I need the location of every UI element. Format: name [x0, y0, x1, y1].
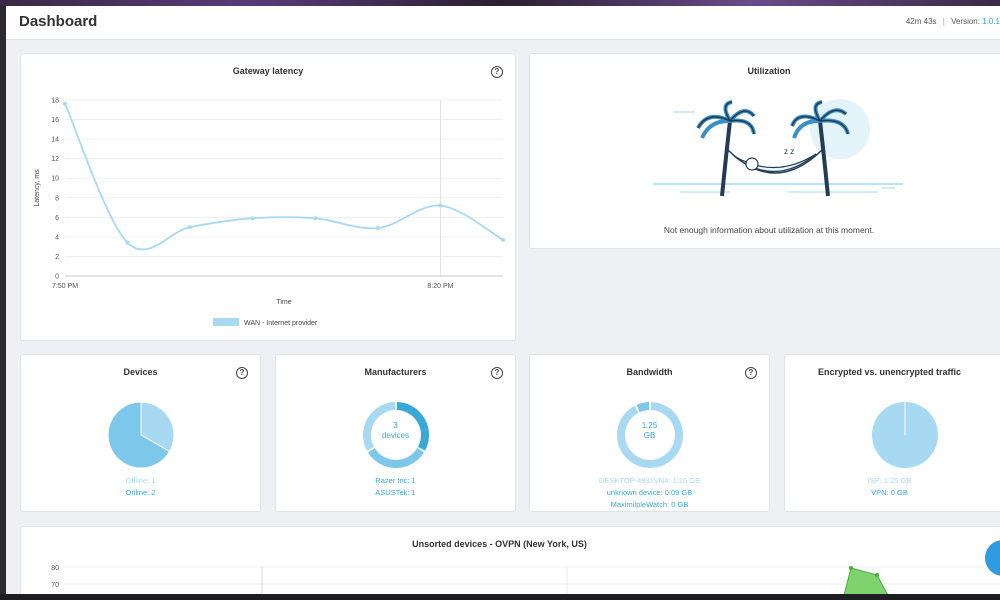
- app-window: Dashboard 42m 43s | Version: 1.0.1 Gatew…: [6, 6, 1000, 594]
- y-tick-label: 6: [55, 215, 59, 222]
- bandwidth-center-unit: GB: [643, 431, 656, 440]
- version-label: Version:: [951, 17, 980, 26]
- devices-pie-chart: [107, 401, 175, 469]
- bandwidth-title: Bandwidth: [626, 367, 673, 377]
- y-axis-label: Latency, ms: [34, 169, 41, 207]
- top-header: Dashboard 42m 43s | Version: 1.0.1: [6, 6, 1000, 40]
- latency-data-point: [250, 216, 255, 221]
- unsorted-ytick: 70: [51, 582, 59, 589]
- legend-label: WAN - Internet provider: [244, 320, 318, 327]
- hammock-illustration: z z: [653, 99, 903, 197]
- latency-data-point: [375, 226, 380, 231]
- header-meta: 42m 43s | Version: 1.0.1: [906, 17, 1000, 26]
- unsorted-ytick: 80: [51, 565, 59, 572]
- gateway-latency-chart: 0 2 4 6 8 10 12 14 16 18 7:50 PM 8:20 PM Time Latency…: [34, 98, 505, 327]
- latency-data-point: [188, 225, 193, 230]
- unsorted-devices-card: Unsorted devices - OVPN (New York, US) 8…: [20, 526, 1000, 594]
- y-tick-label: 16: [51, 117, 59, 124]
- x-tick-label: 7:50 PM: [52, 283, 78, 290]
- manufacturers-center-label: devices: [381, 431, 410, 440]
- y-tick-label: 12: [51, 156, 59, 163]
- sleep-z-text: z z: [784, 147, 794, 156]
- manufacturers-center-number: 3: [393, 421, 398, 430]
- x-tick-label: 8:20 PM: [427, 283, 453, 290]
- help-icon[interactable]: ?: [745, 367, 757, 379]
- utilization-title: Utilization: [747, 66, 791, 76]
- bandwidth-legend-watch: MaximilpleWatch: 0 GB: [610, 500, 689, 509]
- y-tick-label: 4: [55, 234, 59, 241]
- latency-series-line: [64, 103, 504, 251]
- bandwidth-center-value: 1.25: [641, 421, 658, 430]
- page-title: Dashboard: [19, 13, 98, 30]
- manufacturers-title: Manufacturers: [364, 367, 427, 377]
- y-tick-label: 0: [55, 274, 59, 281]
- encrypted-traffic-title: Encrypted vs. unencrypted traffic: [817, 367, 962, 377]
- x-axis-label: Time: [276, 299, 291, 306]
- help-icon[interactable]: ?: [491, 367, 503, 379]
- utilization-card: Utilization z z Not enough information a…: [529, 53, 1000, 249]
- legend-swatch: [213, 318, 239, 326]
- y-tick-label: 14: [51, 137, 59, 144]
- latency-data-point: [63, 101, 67, 106]
- latency-data-point: [125, 240, 130, 245]
- manufacturers-card: Manufacturers ? 3 devices Razer Inc: 1 A…: [275, 354, 516, 512]
- devices-title: Devices: [123, 367, 158, 377]
- meta-separator: |: [942, 17, 945, 26]
- encrypted-traffic-card: Encrypted vs. unencrypted traffic ISP: 1…: [784, 354, 1000, 512]
- donut-slice: [636, 402, 650, 413]
- unsorted-devices-chart: 80 70: [51, 565, 1000, 594]
- y-tick-label: 18: [51, 98, 59, 105]
- help-icon[interactable]: ?: [236, 367, 248, 379]
- latency-data-point: [438, 203, 443, 208]
- bandwidth-card: Bandwidth ? 1.25 GB DESKTOP-4831VN4: 1.1…: [529, 354, 770, 512]
- donut-slice: [367, 447, 425, 468]
- os-taskbar: [0, 594, 1000, 600]
- manufacturers-legend-asustek: ASUSTek: 1: [375, 488, 416, 497]
- gateway-latency-card: Gateway latency ? 0 2 4 6 8 10 12 14 16 18 7:50 PM…: [20, 53, 516, 341]
- version-link[interactable]: 1.0.1: [982, 17, 1000, 26]
- utilization-message: Not enough information about utilization…: [663, 225, 875, 235]
- latency-data-point: [313, 216, 318, 221]
- y-tick-label: 8: [55, 195, 59, 202]
- encrypted-pie-chart: [872, 402, 938, 468]
- y-tick-label: 10: [51, 176, 59, 183]
- devices-card: Devices ? Offline: 1 Online: 2: [20, 354, 261, 512]
- encrypted-legend-vpn: VPN: 0 GB: [871, 488, 908, 497]
- y-tick-label: 2: [55, 254, 59, 261]
- unsorted-devices-title: Unsorted devices - OVPN (New York, US): [412, 539, 587, 549]
- latency-data-point: [501, 237, 505, 242]
- uptime-text: 42m 43s: [905, 17, 937, 26]
- devices-legend-online: Online: 2: [125, 488, 156, 497]
